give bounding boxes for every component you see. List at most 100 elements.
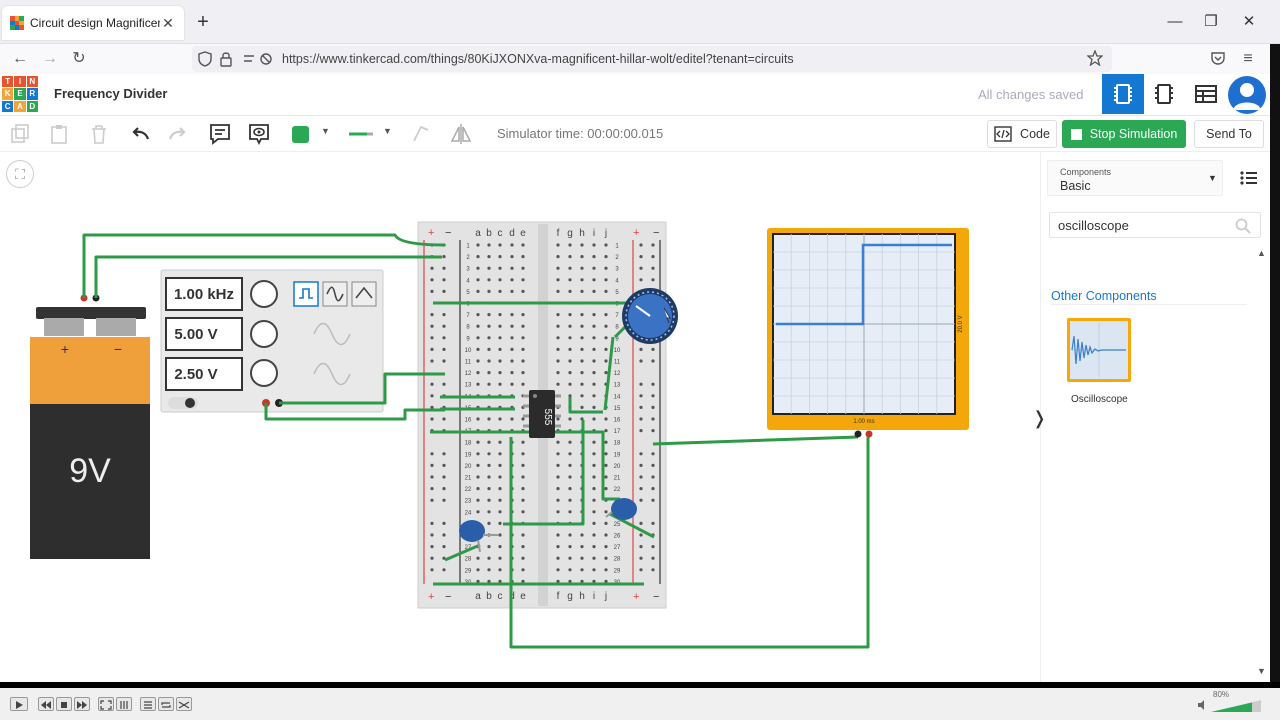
row-number-label: 28 — [465, 557, 472, 563]
shield-icon[interactable] — [198, 51, 212, 67]
oscilloscope-component-tile[interactable] — [1067, 318, 1131, 382]
logo-letter: N — [26, 76, 38, 88]
fit-view-button[interactable]: ⛶ — [6, 160, 34, 188]
back-arrow-icon[interactable]: ← — [10, 49, 30, 69]
wire-color-swatch[interactable] — [292, 126, 309, 143]
battery-label: 9V — [69, 452, 111, 490]
column-letter-label: h — [579, 228, 585, 239]
components-search-input[interactable] — [1049, 212, 1261, 238]
bookmark-star-icon[interactable] — [1087, 50, 1103, 66]
column-letter-label: e — [520, 591, 526, 602]
screen: Circuit design Magnificent Hilla ✕ + — ❐… — [0, 0, 1280, 720]
triangle-wave-button[interactable] — [351, 281, 377, 307]
window-minimize-button[interactable]: — — [1164, 12, 1186, 32]
function-generator[interactable]: 1.00 kHz 5.00 V 2.50 V — [160, 269, 384, 413]
row-number-label: 29 — [614, 568, 621, 574]
row-number-label: 22 — [465, 487, 472, 493]
flip-icon[interactable] — [449, 122, 473, 146]
code-button-label: Code — [1020, 127, 1050, 141]
volume-icon[interactable] — [1197, 700, 1207, 710]
browser-nav-bar: ← → ↻ https://www.tinkercad.com/things/8… — [0, 44, 1280, 74]
square-wave-button[interactable] — [293, 281, 319, 307]
offset-knob[interactable] — [250, 359, 278, 387]
browser-tab-strip: Circuit design Magnificent Hilla ✕ + — ❐… — [0, 0, 1280, 44]
row-number-label: 29 — [465, 568, 472, 574]
column-letter-label: g — [567, 591, 573, 602]
row-number-label: 23 — [465, 499, 472, 505]
playlist-icon[interactable] — [140, 697, 156, 711]
notes-icon[interactable] — [208, 122, 232, 146]
wire-type-icon[interactable] — [347, 127, 375, 141]
notes-visibility-icon[interactable] — [247, 122, 271, 146]
editor-toolbar: ▼ ▼ Simulator time: 00:00:00.015 Code St… — [0, 116, 1280, 152]
permissions-icon[interactable] — [242, 52, 274, 66]
copy-icon[interactable] — [8, 122, 32, 146]
redo-icon[interactable] — [166, 122, 190, 146]
components-category-select[interactable]: Components Basic ▼ — [1047, 160, 1223, 196]
row-number-label: 27 — [614, 545, 621, 551]
volume-slider[interactable] — [1210, 699, 1262, 713]
circuit-canvas[interactable]: + − 9V 1.00 kHz 5.00 V 2.50 V + − + − + … — [0, 152, 1040, 682]
new-tab-button[interactable]: + — [192, 12, 214, 34]
forward-arrow-icon[interactable]: → — [40, 49, 60, 69]
frequency-knob[interactable] — [250, 280, 278, 308]
undo-icon[interactable] — [128, 122, 152, 146]
send-to-button[interactable]: Send To — [1194, 120, 1264, 148]
window-restore-button[interactable]: ❐ — [1200, 12, 1222, 32]
column-letter-label: a — [475, 228, 481, 239]
browser-tab[interactable]: Circuit design Magnificent Hilla ✕ — [2, 6, 184, 40]
circuit-view-button[interactable] — [1102, 74, 1144, 114]
row-number-label: 18 — [614, 441, 621, 447]
loop-icon[interactable] — [158, 697, 174, 711]
wire-color-dropdown-icon[interactable]: ▼ — [321, 126, 330, 136]
row-number-label: 12 — [614, 371, 621, 377]
column-letter-label: c — [498, 228, 503, 239]
component-list-view-button[interactable] — [1186, 74, 1226, 114]
oscilloscope[interactable]: 20.0 V 1.00 ms — [767, 228, 969, 438]
column-letter-label: a — [475, 591, 481, 602]
stop-icon[interactable] — [56, 697, 72, 711]
scroll-down-icon[interactable]: ▼ — [1257, 666, 1266, 676]
play-icon[interactable] — [10, 697, 28, 711]
shuffle-icon[interactable] — [176, 697, 192, 711]
address-bar[interactable]: https://www.tinkercad.com/things/80KiJXO… — [192, 46, 1112, 72]
amplitude-knob[interactable] — [250, 320, 278, 348]
scroll-up-icon[interactable]: ▲ — [1257, 248, 1266, 258]
previous-icon[interactable] — [38, 697, 54, 711]
code-button[interactable]: Code — [987, 120, 1057, 148]
rotate-icon[interactable] — [409, 122, 433, 146]
tinkercad-logo[interactable]: T I N K E R C A D — [2, 76, 38, 112]
category-value: Basic — [1060, 179, 1091, 193]
stop-simulation-button[interactable]: Stop Simulation — [1062, 120, 1186, 148]
row-number-label: 12 — [465, 371, 472, 377]
search-icon[interactable] — [1235, 218, 1251, 234]
tab-close-icon[interactable]: ✕ — [160, 15, 176, 32]
row-number-label: 11 — [465, 360, 472, 366]
battery-9v[interactable]: + − 9V — [30, 294, 150, 560]
list-view-icon[interactable] — [1239, 168, 1259, 188]
reload-icon[interactable]: ↻ — [69, 49, 89, 69]
paste-icon[interactable] — [47, 122, 71, 146]
settings-sliders-icon[interactable] — [116, 697, 132, 711]
collapse-panel-button[interactable]: ❭ — [1032, 400, 1047, 436]
ic-label: 555 — [542, 409, 553, 426]
save-status: All changes saved — [978, 87, 1084, 102]
rail-minus-label: − — [653, 591, 659, 603]
next-icon[interactable] — [74, 697, 90, 711]
row-number-label: 11 — [614, 360, 621, 366]
row-number-label: 21 — [465, 476, 472, 482]
menu-icon[interactable]: ≡ — [1238, 49, 1258, 69]
delete-icon[interactable] — [87, 122, 111, 146]
pocket-icon[interactable] — [1210, 51, 1226, 66]
user-avatar[interactable] — [1228, 76, 1266, 114]
fullscreen-icon[interactable] — [98, 697, 114, 711]
schematic-view-button[interactable] — [1144, 74, 1184, 114]
project-title[interactable]: Frequency Divider — [54, 86, 167, 101]
row-number-label: 26 — [614, 534, 621, 540]
lock-icon[interactable] — [220, 51, 232, 67]
potentiometer[interactable] — [622, 288, 678, 344]
row-number-label: 20 — [465, 464, 472, 470]
window-close-button[interactable]: ✕ — [1238, 12, 1260, 32]
wire-type-dropdown-icon[interactable]: ▼ — [383, 126, 392, 136]
circuit-drawing[interactable]: + − 9V 1.00 kHz 5.00 V 2.50 V + − + − + … — [0, 152, 1040, 682]
